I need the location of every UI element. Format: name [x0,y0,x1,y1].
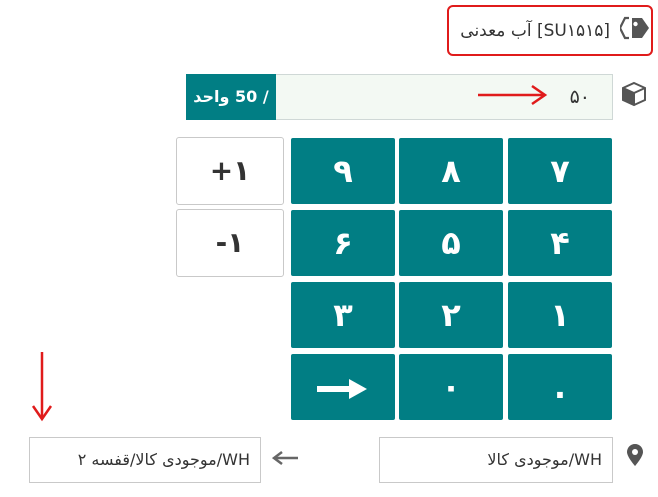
cube-icon [622,81,646,107]
arrow-right-icon [317,379,367,399]
keypad-key-decimal[interactable]: . [508,354,612,420]
keypad-confirm-button[interactable] [291,354,395,420]
keypad-key-4[interactable]: ۴ [508,210,612,276]
source-location-field[interactable]: WH/موجودی کالا [379,437,613,483]
keypad-key-1[interactable]: ۱ [508,282,612,348]
keypad-key-9[interactable]: ۹ [291,138,395,204]
keypad-key-3[interactable]: ۳ [291,282,395,348]
decrement-button[interactable]: -۱ [176,209,284,277]
product-label: [SU۱۵۱۵] آب معدنی [460,21,610,41]
destination-location-field[interactable]: WH/موجودی کالا/قفسه ۲ [29,437,261,483]
tag-icon [620,16,649,40]
keypad-key-7[interactable]: ۷ [508,138,612,204]
keypad-key-5[interactable]: ۵ [399,210,503,276]
keypad-key-8[interactable]: ۸ [399,138,503,204]
keypad-key-2[interactable]: ۲ [399,282,503,348]
map-pin-icon [627,444,643,466]
keypad-key-0[interactable]: ۰ [399,354,503,420]
increment-button[interactable]: +۱ [176,137,284,205]
arrow-left-icon [272,451,298,465]
quantity-unit-badge: / 50 واحد [186,74,276,120]
keypad-key-6[interactable]: ۶ [291,210,395,276]
annotation-arrow-down-icon [31,352,53,422]
annotation-arrow-right-icon [478,84,548,106]
